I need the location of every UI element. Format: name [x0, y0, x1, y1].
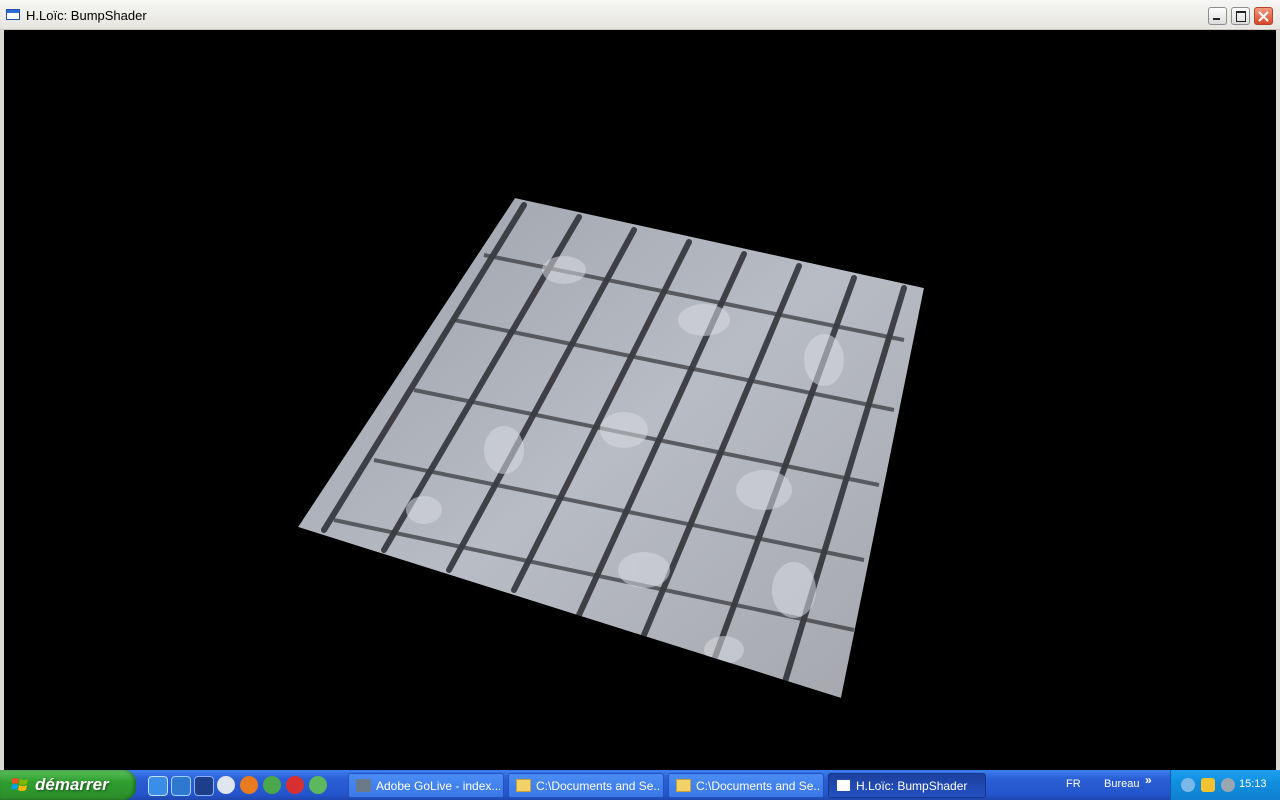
volume-icon[interactable]: [1221, 778, 1235, 792]
chevron-right-icon[interactable]: »: [1145, 773, 1152, 787]
golive-icon: [356, 779, 371, 792]
window-title: H.Loïc: BumpShader: [26, 8, 147, 23]
ie-icon[interactable]: [148, 776, 168, 796]
task-label: Adobe GoLive - index...: [376, 779, 500, 793]
folder-icon: [676, 779, 691, 792]
task-folder-1[interactable]: C:\Documents and Se...: [508, 773, 664, 798]
render-viewport[interactable]: [4, 30, 1276, 770]
start-label: démarrer: [35, 775, 109, 794]
messenger-icon[interactable]: [309, 776, 327, 794]
task-bumpshader[interactable]: H.Loïc: BumpShader: [828, 773, 986, 798]
ie-alt-icon[interactable]: [171, 776, 191, 796]
firefox-icon[interactable]: [240, 776, 258, 794]
security-shield-icon[interactable]: [1201, 778, 1215, 792]
player-icon[interactable]: [217, 776, 235, 794]
app-window-icon: [836, 779, 851, 792]
minimize-button[interactable]: [1208, 7, 1227, 25]
bump-texture-plane: [298, 198, 924, 698]
app-window-icon[interactable]: [6, 9, 20, 20]
windows-logo-icon: [11, 778, 28, 791]
app-window: H.Loïc: BumpShader: [0, 0, 1280, 770]
network-tray-icon[interactable]: [1181, 778, 1195, 792]
taskbar: démarrer Adobe GoLive - index... C:\Docu…: [0, 770, 1280, 800]
title-bar[interactable]: H.Loïc: BumpShader: [0, 0, 1280, 30]
task-label: H.Loïc: BumpShader: [856, 779, 968, 793]
language-indicator[interactable]: FR: [1066, 778, 1081, 790]
task-label: C:\Documents and Se...: [696, 779, 820, 793]
task-folder-2[interactable]: C:\Documents and Se...: [668, 773, 824, 798]
task-golive[interactable]: Adobe GoLive - index...: [348, 773, 504, 798]
maximize-button[interactable]: [1231, 7, 1250, 25]
folder-icon: [516, 779, 531, 792]
start-button[interactable]: démarrer: [0, 770, 136, 800]
close-button[interactable]: [1254, 7, 1273, 25]
media-icon[interactable]: [194, 776, 214, 796]
task-label: C:\Documents and Se...: [536, 779, 660, 793]
close-icon: [1258, 11, 1269, 22]
clock[interactable]: 15:13: [1239, 778, 1267, 790]
network-icon[interactable]: [263, 776, 281, 794]
opera-icon[interactable]: [286, 776, 304, 794]
bureau-toolbar[interactable]: Bureau: [1104, 778, 1139, 790]
